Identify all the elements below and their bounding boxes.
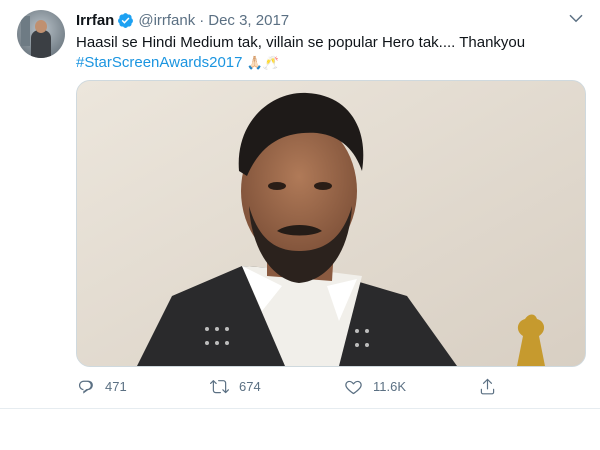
- retweet-icon: [210, 379, 229, 393]
- tweet-header: Irrfan @irrfank · Dec 3, 2017: [76, 10, 289, 30]
- reply-button[interactable]: 471: [76, 374, 127, 398]
- like-button[interactable]: 11.6K: [344, 374, 406, 398]
- portrait-photo: [77, 81, 585, 366]
- hashtag-link[interactable]: #StarScreenAwards2017: [76, 54, 243, 71]
- separator-dot: ·: [199, 11, 205, 29]
- avatar[interactable]: [17, 10, 65, 58]
- tweet-date[interactable]: Dec 3, 2017: [208, 12, 289, 29]
- avatar-figure-head: [35, 20, 47, 33]
- share-icon: [480, 378, 495, 394]
- avatar-background: [21, 16, 30, 46]
- author-handle[interactable]: @irrfank: [138, 12, 195, 29]
- retweet-button[interactable]: 674: [210, 374, 261, 398]
- tweet-card: Irrfan @irrfank · Dec 3, 2017 Haasil se …: [0, 0, 600, 409]
- like-count: 11.6K: [373, 378, 407, 394]
- reply-icon: [78, 380, 93, 394]
- verified-badge-icon: [117, 12, 134, 29]
- tweet-text: Haasil se Hindi Medium tak, villain se p…: [76, 33, 586, 73]
- retweet-count: 674: [239, 378, 261, 394]
- share-button[interactable]: [478, 374, 507, 398]
- reply-count: 471: [105, 378, 127, 394]
- chevron-down-icon[interactable]: [567, 10, 585, 28]
- action-bar: 471 674 11.6K: [76, 374, 496, 398]
- avatar-figure-body: [31, 30, 51, 58]
- tweet-body: Haasil se Hindi Medium tak, villain se p…: [76, 34, 526, 51]
- author-name[interactable]: Irrfan: [76, 12, 114, 29]
- tweet-photo[interactable]: [76, 80, 586, 367]
- emoji-text: 🙏🏻🥂: [246, 55, 279, 70]
- heart-icon: [345, 380, 362, 394]
